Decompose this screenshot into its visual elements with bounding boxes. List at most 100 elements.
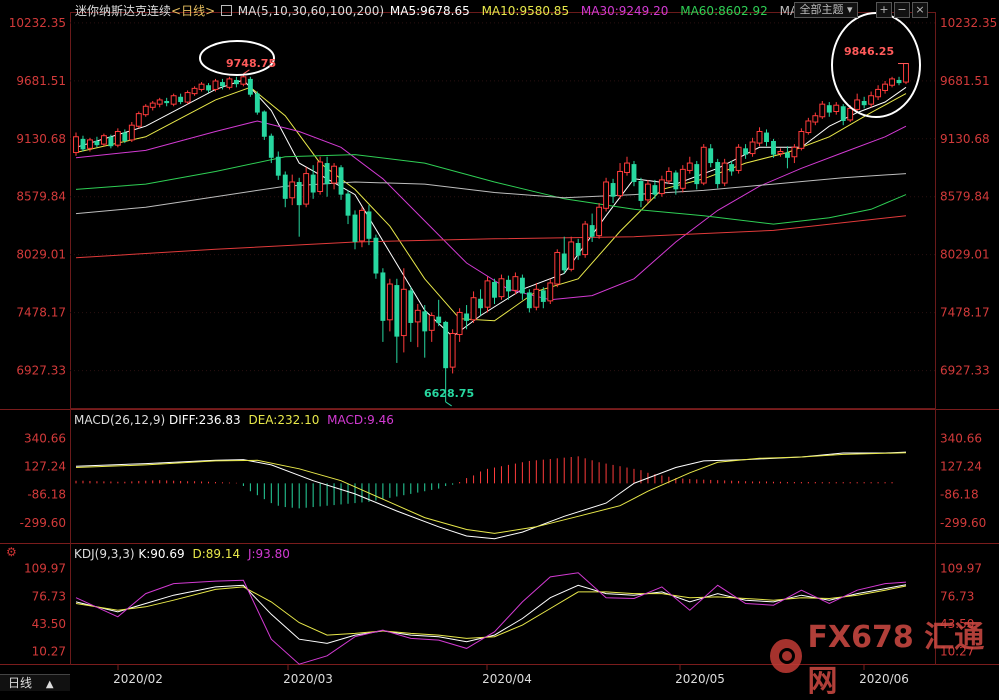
candle-body-down — [422, 311, 427, 331]
candle-body-down — [269, 136, 274, 158]
candle-body-up — [199, 84, 204, 89]
settings-icon[interactable]: ⚙ — [6, 546, 18, 558]
candle-body-up — [799, 132, 804, 149]
x-tick-label: 2020/02 — [113, 672, 163, 686]
candle-body-up — [890, 79, 895, 85]
candle-body-up — [534, 289, 539, 307]
candle-body-up — [171, 96, 176, 104]
candle-body-up — [74, 137, 79, 153]
candle-body-down — [506, 280, 511, 292]
candle-body-down — [178, 97, 183, 102]
y-tick-label-left: 9130.68 — [16, 132, 66, 146]
candle-body-up — [429, 316, 434, 331]
candle-body-up — [318, 162, 323, 191]
chevron-down-icon: ▾ — [847, 3, 853, 16]
candle-body-down — [443, 322, 448, 368]
kdj-tick-left: 109.97 — [24, 562, 66, 576]
y-tick-label-left: 6927.33 — [16, 364, 66, 378]
candle-body-down — [311, 175, 316, 193]
candle-body-down — [464, 313, 469, 320]
kdj-d: D:89.14 — [192, 547, 240, 561]
y-tick-label-right: 9681.51 — [940, 74, 990, 88]
macd-value: MACD:9.46 — [327, 413, 394, 427]
ma-line-ma30 — [76, 121, 906, 300]
candle-body-up — [241, 77, 246, 84]
y-tick-label-right: 6927.33 — [940, 364, 990, 378]
x-tick-label: 2020/05 — [675, 672, 725, 686]
candle-body-up — [185, 93, 190, 102]
macd-header: MACD(26,12,9) DIFF:236.83 DEA:232.10 MAC… — [74, 413, 394, 427]
candle-body-down — [297, 182, 302, 205]
ma-line-ma60 — [76, 155, 906, 225]
candle-body-up — [583, 224, 588, 255]
candle-body-up — [883, 84, 888, 90]
candle-body-down — [764, 133, 769, 142]
candle-body-up — [645, 184, 650, 200]
watermark-logo-icon — [770, 639, 802, 673]
candle-body-down — [673, 173, 678, 190]
candle-body-down — [827, 105, 832, 112]
theme-dropdown[interactable]: 全部主题 ▾ — [794, 2, 858, 18]
candle-body-up — [157, 100, 162, 104]
candle-body-down — [862, 101, 867, 105]
candle-body-down — [373, 238, 378, 274]
candle-body-up — [415, 310, 420, 322]
minus-icon[interactable]: − — [894, 2, 910, 18]
candle-body-up — [555, 252, 560, 284]
candle-body-up — [88, 140, 93, 148]
candle-body-down — [897, 80, 902, 83]
candle-body-down — [708, 148, 713, 163]
ma5-label: MA5:9678.65 — [390, 4, 470, 18]
period-tab[interactable]: 日线 ▲ — [0, 674, 70, 691]
macd-tick-right: 127.24 — [940, 460, 982, 474]
candle-body-up — [604, 182, 609, 208]
macd-tick-left: -86.18 — [27, 488, 66, 502]
candle-body-down — [394, 285, 399, 337]
candle-body-up — [485, 281, 490, 307]
kdj-header: KDJ(9,3,3) K:90.69 D:89.14 J:93.80 — [74, 547, 290, 561]
macd-tick-left: 340.66 — [24, 431, 66, 445]
candle-body-down — [122, 133, 127, 141]
candle-body-down — [785, 153, 790, 158]
candle-body-up — [150, 103, 155, 107]
candle-body-up — [820, 104, 825, 117]
candle-body-down — [262, 112, 267, 137]
annotation-high-1: 9748.75 — [226, 57, 276, 70]
add-icon[interactable]: + — [876, 2, 892, 18]
candle-body-up — [834, 105, 839, 111]
period-tag[interactable]: <日线> — [171, 4, 215, 18]
candle-body-down — [255, 94, 260, 113]
candle-body-down — [283, 175, 288, 199]
candle-body-up — [115, 132, 120, 146]
kdj-tick-left: 43.50 — [32, 617, 66, 631]
candle-body-down — [632, 164, 637, 182]
candle-body-down — [380, 272, 385, 320]
candle-body-up — [722, 163, 727, 183]
macd-tick-right: 340.66 — [940, 431, 982, 445]
candle-body-up — [855, 100, 860, 109]
kdj-d-line — [76, 586, 906, 638]
y-tick-label-left: 10232.35 — [9, 16, 66, 30]
candle-body-up — [450, 333, 455, 367]
candle-body-down — [652, 185, 657, 194]
candle-body-up — [687, 163, 692, 170]
watermark: FX678 汇通网 — [770, 636, 999, 676]
annotation-low: 6628.75 — [424, 387, 474, 400]
chart-svg: 10232.3510232.359681.519681.519130.68913… — [0, 0, 999, 690]
candle-body-up — [778, 151, 783, 153]
annotation-high-2: 9846.25 — [844, 45, 894, 58]
candle-body-up — [904, 64, 909, 83]
y-tick-label-right: 7478.17 — [940, 306, 990, 320]
ma-line-ma200 — [76, 216, 906, 258]
ma-label: MA(5,10,30,60,100,200) — [238, 4, 384, 18]
candle-body-up — [513, 277, 518, 291]
candle-body-down — [639, 181, 644, 201]
candle-body-down — [346, 194, 351, 216]
close-icon[interactable]: × — [912, 2, 928, 18]
candle-body-down — [520, 278, 525, 294]
candle-body-up — [848, 108, 853, 120]
candle-body-up — [101, 136, 106, 144]
macd-tick-left: -299.60 — [20, 516, 66, 530]
candle-body-down — [108, 137, 113, 146]
candle-body-down — [562, 254, 567, 271]
